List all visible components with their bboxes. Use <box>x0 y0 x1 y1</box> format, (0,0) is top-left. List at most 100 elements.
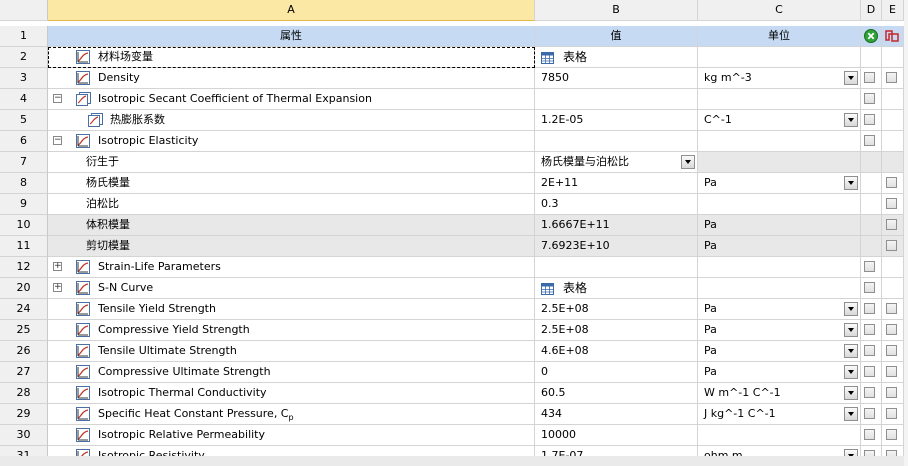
unit-cell[interactable]: Pa <box>698 299 861 320</box>
link-checkbox-cell[interactable] <box>882 131 904 152</box>
property-value[interactable]: 表格 <box>563 278 587 298</box>
row-number[interactable]: 10 <box>0 215 48 236</box>
link-checkbox-cell[interactable] <box>882 152 904 173</box>
property-cell[interactable]: Specific Heat Constant Pressure, Cp <box>48 404 535 425</box>
expand-icon[interactable]: + <box>53 262 62 271</box>
value-cell[interactable]: 2.5E+08 <box>535 299 698 320</box>
chevron-down-icon[interactable] <box>844 386 858 400</box>
row-number[interactable]: 28 <box>0 383 48 404</box>
unit-cell[interactable] <box>698 278 861 299</box>
unit-cell[interactable]: Pa <box>698 362 861 383</box>
row-number[interactable]: 30 <box>0 425 48 446</box>
link-checkbox-cell[interactable] <box>882 299 904 320</box>
unit-value[interactable]: W m^-1 C^-1 <box>704 383 781 403</box>
row-number[interactable]: 11 <box>0 236 48 257</box>
property-cell[interactable]: − Isotropic Secant Coefficient of Thermal… <box>48 89 535 110</box>
delete-checkbox[interactable] <box>864 303 875 314</box>
property-value[interactable]: 表格 <box>563 47 587 67</box>
delete-checkbox[interactable] <box>864 72 875 83</box>
delete-checkbox[interactable] <box>864 429 875 440</box>
link-checkbox[interactable] <box>886 345 897 356</box>
link-checkbox[interactable] <box>886 303 897 314</box>
property-cell[interactable]: − Isotropic Elasticity <box>48 131 535 152</box>
delete-checkbox-cell[interactable] <box>861 425 882 446</box>
link-checkbox-cell[interactable] <box>882 236 904 257</box>
table-row[interactable]: 6− Isotropic Elasticity <box>0 131 904 152</box>
property-cell[interactable]: Density <box>48 68 535 89</box>
value-cell[interactable]: 1.2E-05 <box>535 110 698 131</box>
table-row[interactable]: 30 Isotropic Relative Permeability 10000 <box>0 425 904 446</box>
value-cell[interactable]: 表格 <box>535 278 698 299</box>
unit-cell[interactable] <box>698 89 861 110</box>
row-number[interactable]: 29 <box>0 404 48 425</box>
delete-checkbox[interactable] <box>864 324 875 335</box>
chevron-down-icon[interactable] <box>844 344 858 358</box>
delete-checkbox-cell[interactable] <box>861 47 882 68</box>
property-value[interactable]: 0.3 <box>541 194 559 214</box>
property-value[interactable]: 10000 <box>541 425 576 445</box>
row-number[interactable]: 7 <box>0 152 48 173</box>
property-cell[interactable]: + S-N Curve <box>48 278 535 299</box>
value-cell[interactable]: 表格 <box>535 47 698 68</box>
unit-cell[interactable] <box>698 257 861 278</box>
link-checkbox[interactable] <box>886 387 897 398</box>
link-checkbox-cell[interactable] <box>882 47 904 68</box>
delete-checkbox[interactable] <box>864 345 875 356</box>
unit-value[interactable]: Pa <box>704 341 717 361</box>
link-checkbox[interactable] <box>886 429 897 440</box>
unit-cell[interactable]: Pa <box>698 173 861 194</box>
unit-value[interactable]: Pa <box>704 173 717 193</box>
chevron-down-icon[interactable] <box>844 323 858 337</box>
link-checkbox[interactable] <box>886 366 897 377</box>
link-checkbox-cell[interactable] <box>882 68 904 89</box>
table-row[interactable]: 26 Tensile Ultimate Strength 4.6E+08 Pa <box>0 341 904 362</box>
value-cell[interactable] <box>535 257 698 278</box>
unit-value[interactable]: kg m^-3 <box>704 68 752 88</box>
property-cell[interactable]: 泊松比 <box>48 194 535 215</box>
property-value[interactable]: 7850 <box>541 68 569 88</box>
chevron-down-icon[interactable] <box>844 113 858 127</box>
value-cell[interactable] <box>535 89 698 110</box>
link-checkbox-cell[interactable] <box>882 425 904 446</box>
property-value[interactable]: 7.6923E+10 <box>541 236 610 256</box>
value-cell[interactable]: 7.6923E+10 <box>535 236 698 257</box>
row-number[interactable]: 20 <box>0 278 48 299</box>
value-cell[interactable]: 2.5E+08 <box>535 320 698 341</box>
property-value[interactable]: 1.2E-05 <box>541 110 583 130</box>
unit-value[interactable]: Pa <box>704 299 717 319</box>
column-header-b[interactable]: B <box>535 0 698 21</box>
delete-checkbox[interactable] <box>864 366 875 377</box>
unit-cell[interactable]: kg m^-3 <box>698 68 861 89</box>
unit-value[interactable]: Pa <box>704 362 717 382</box>
table-row[interactable]: 2 材料场变量 表格 <box>0 47 904 68</box>
column-header-a[interactable]: A <box>48 0 535 21</box>
delete-checkbox-cell[interactable] <box>861 341 882 362</box>
value-cell[interactable]: 杨氏模量与泊松比 <box>535 152 698 173</box>
delete-checkbox-cell[interactable] <box>861 299 882 320</box>
row-number[interactable]: 5 <box>0 110 48 131</box>
property-value[interactable]: 2.5E+08 <box>541 299 589 319</box>
value-cell[interactable]: 7850 <box>535 68 698 89</box>
table-row[interactable]: 7 衍生于 杨氏模量与泊松比 <box>0 152 904 173</box>
corner-cell[interactable] <box>0 0 48 21</box>
value-cell[interactable] <box>535 131 698 152</box>
table-icon[interactable] <box>541 51 554 64</box>
table-row[interactable]: 25 Compressive Yield Strength 2.5E+08 Pa <box>0 320 904 341</box>
delete-icon-cell[interactable] <box>861 26 882 47</box>
table-row[interactable]: 29 Specific Heat Constant Pressure, Cp 434… <box>0 404 904 425</box>
unit-cell[interactable]: Pa <box>698 215 861 236</box>
link-checkbox-cell[interactable] <box>882 404 904 425</box>
delete-checkbox-cell[interactable] <box>861 173 882 194</box>
delete-checkbox-cell[interactable] <box>861 215 882 236</box>
table-row[interactable]: 20 + S-N Curve 表格 <box>0 278 904 299</box>
link-checkbox[interactable] <box>886 72 897 83</box>
delete-checkbox[interactable] <box>864 408 875 419</box>
unit-value[interactable]: J kg^-1 C^-1 <box>704 404 776 424</box>
unit-cell[interactable]: C^-1 <box>698 110 861 131</box>
table-row[interactable]: 3 Density 7850 kg m^-3 <box>0 68 904 89</box>
unit-cell[interactable]: Pa <box>698 236 861 257</box>
delete-checkbox-cell[interactable] <box>861 278 882 299</box>
value-cell[interactable]: 1.6667E+11 <box>535 215 698 236</box>
delete-checkbox-cell[interactable] <box>861 257 882 278</box>
horizontal-scrollbar[interactable] <box>0 456 904 466</box>
